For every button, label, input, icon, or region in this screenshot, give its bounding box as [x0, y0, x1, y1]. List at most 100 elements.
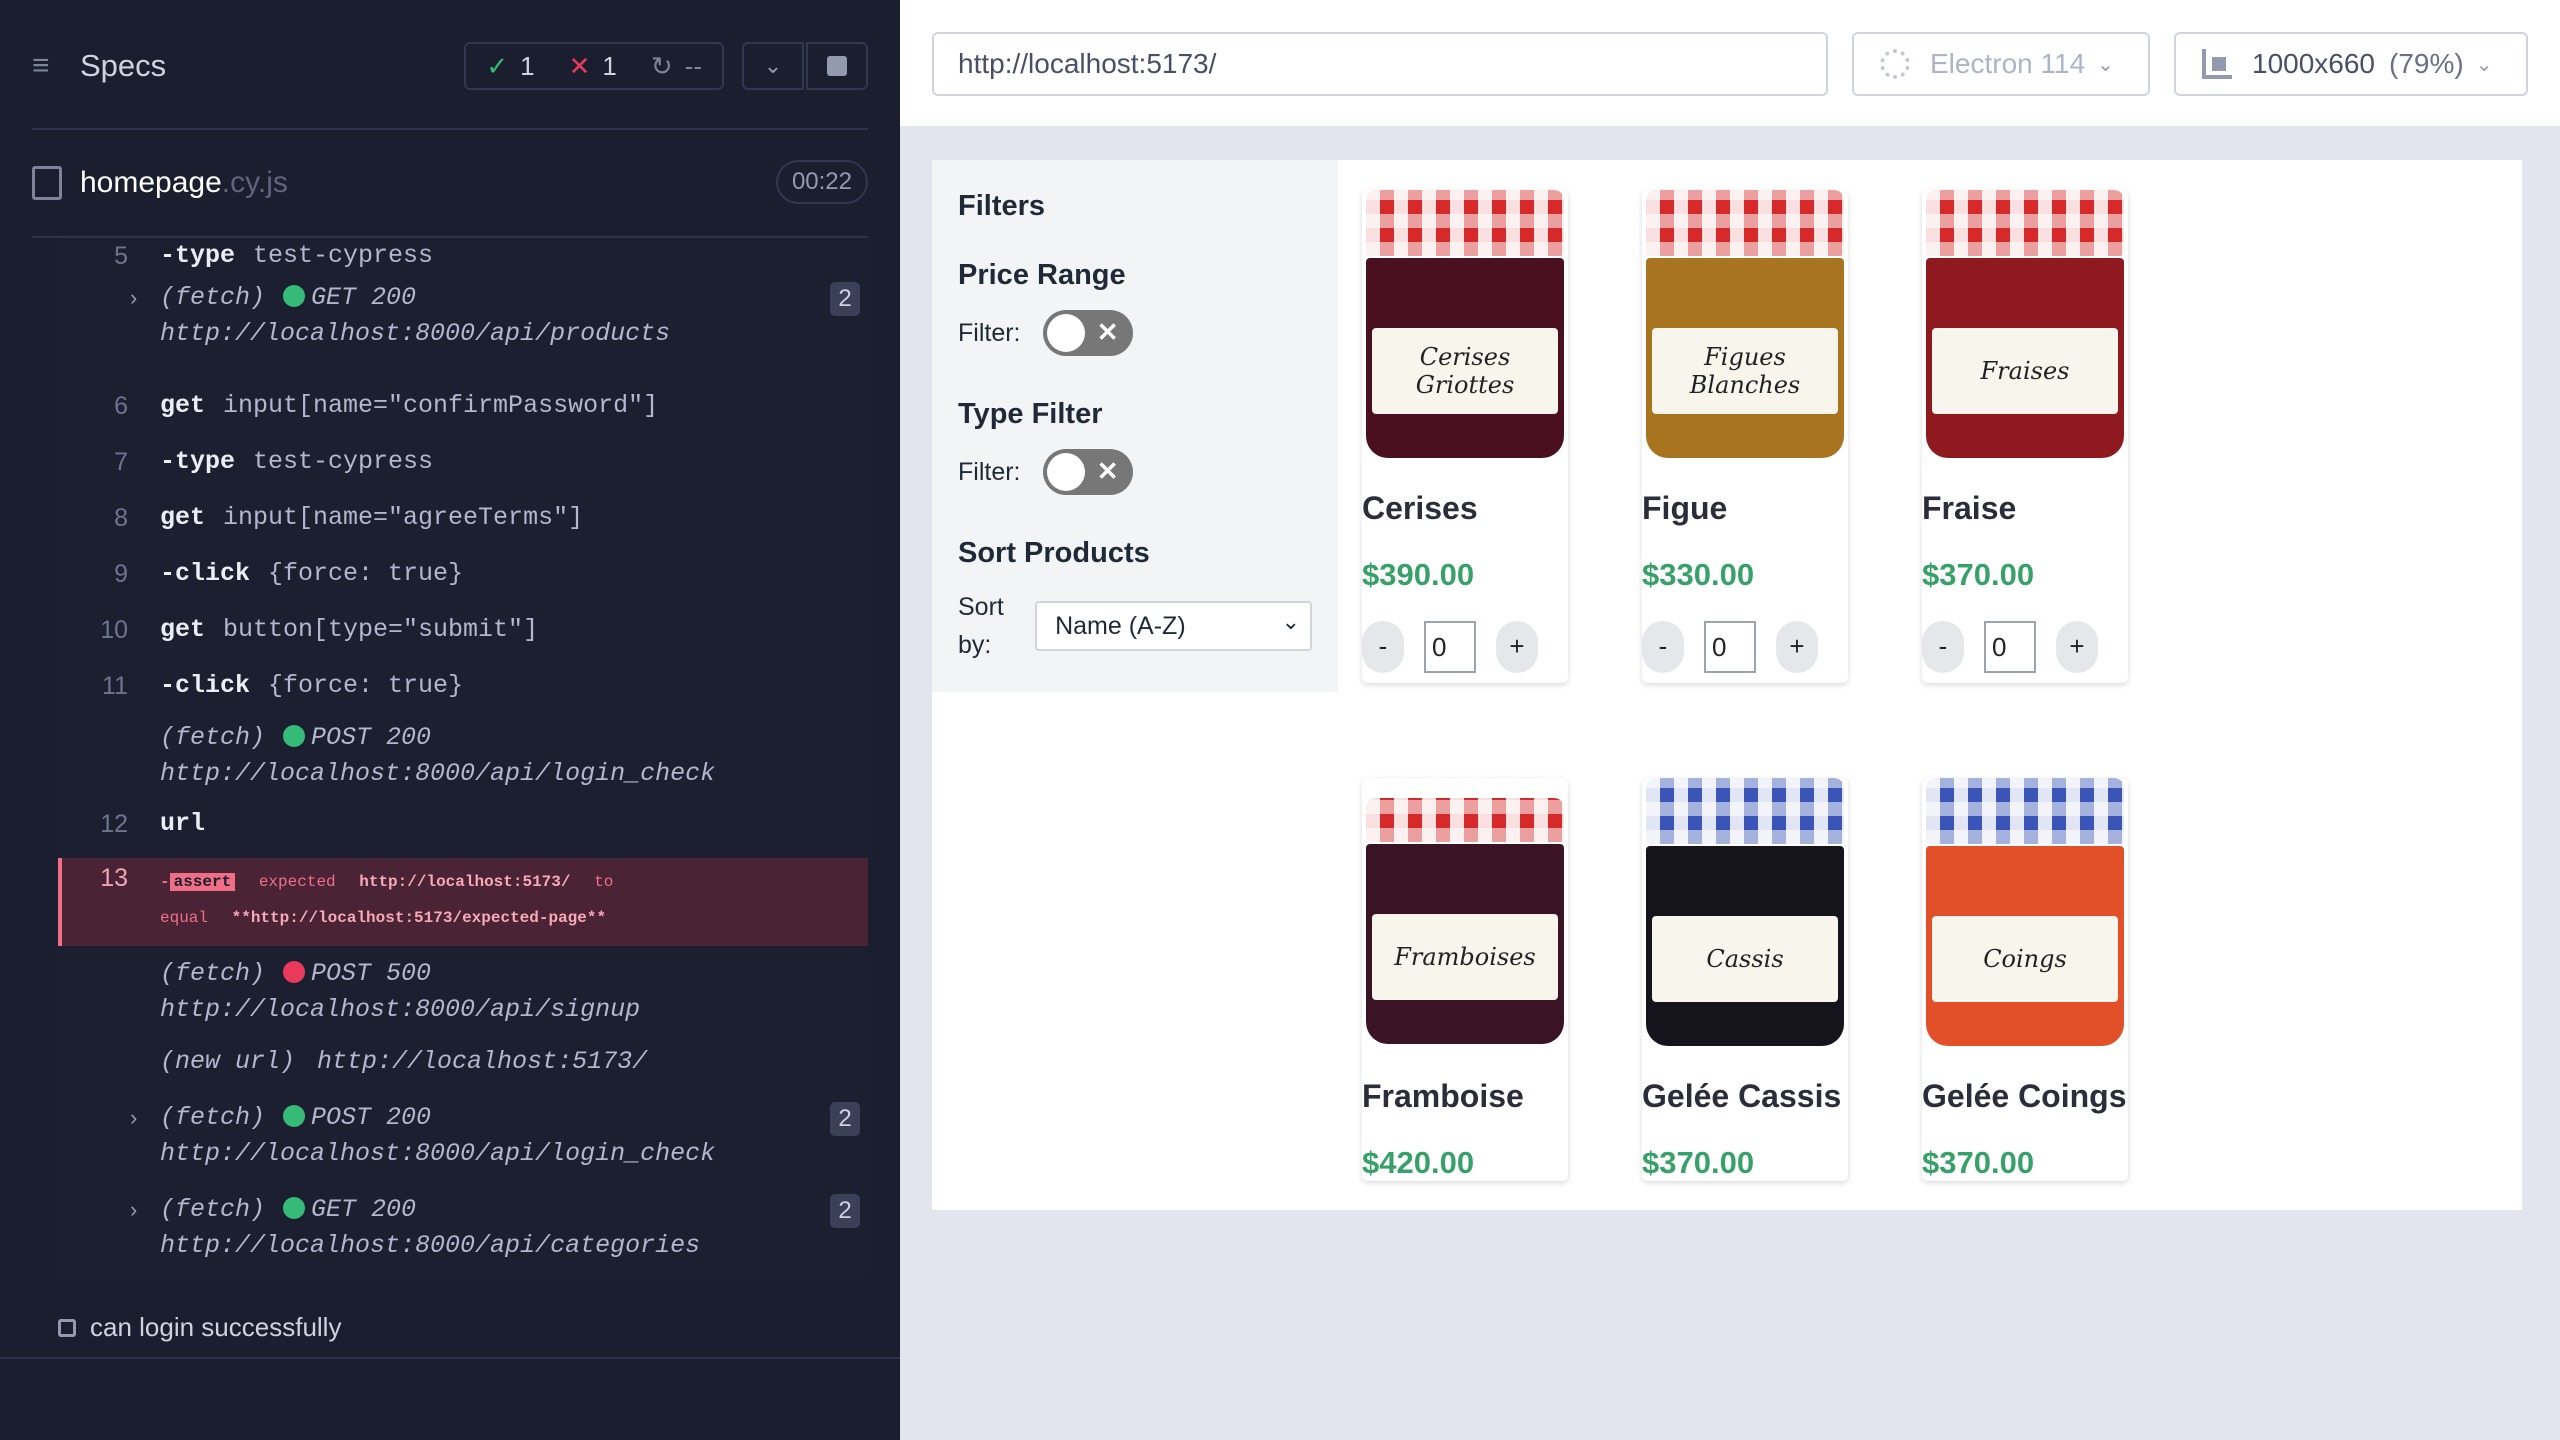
command-arg: {force: true}	[268, 559, 464, 588]
viewport-selector[interactable]: 1000x660 (79%) ⌄	[2174, 32, 2528, 96]
product-card: Cassis Gelée Cassis $370.00	[1642, 778, 1848, 1181]
jar-glass: Coings	[1926, 846, 2124, 1046]
line-number: 5	[114, 242, 128, 270]
increment-button[interactable]: +	[1776, 621, 1818, 673]
line-number: 6	[114, 392, 128, 420]
decrement-button[interactable]: -	[1642, 621, 1684, 673]
filters-sidebar: Filters Price Range Filter: ✕ Type Filte…	[932, 160, 1338, 692]
type-filter-toggle[interactable]: ✕	[1042, 449, 1133, 495]
quantity-stepper: - 0 +	[1642, 621, 1848, 683]
product-name: Fraise	[1922, 490, 2017, 526]
url-bar[interactable]: http://localhost:5173/	[932, 32, 1828, 96]
event-name: (new url)	[160, 1047, 296, 1076]
specs-toggle[interactable]: ≡ Specs	[32, 36, 166, 96]
product-image[interactable]: Framboises	[1362, 778, 1568, 1078]
fetch-status: GET 200	[311, 1195, 417, 1224]
product-name: Figue	[1642, 490, 1728, 526]
fetch-url: http://localhost:8000/api/login_check	[160, 759, 716, 788]
product-price: $370.00	[1922, 557, 2035, 592]
command-arg: test-cypress	[253, 241, 434, 270]
failed-assertion-row[interactable]: 13 - assert expected http://localhost:517…	[58, 858, 868, 946]
fetch-method: (fetch)	[160, 1103, 266, 1132]
product-price: $390.00	[1362, 557, 1475, 592]
quantity-input[interactable]: 0	[1984, 621, 2036, 673]
jar-glass: Figues Blanches	[1646, 258, 1844, 458]
line-number: 8	[114, 504, 128, 532]
type-filter-row: Filter: ✕	[958, 449, 1312, 495]
chevron-right-icon: ›	[130, 285, 138, 310]
stop-icon	[827, 56, 847, 76]
stop-button[interactable]	[806, 42, 868, 90]
electron-icon	[1880, 49, 1910, 79]
spec-file-ext: .cy.js	[221, 166, 288, 199]
fetch-entry: (fetch) GET 200	[160, 280, 416, 316]
command-arg: test-cypress	[253, 447, 434, 476]
fetch-method: (fetch)	[160, 1195, 266, 1224]
product-image[interactable]: Cerises Griottes	[1362, 190, 1568, 490]
specs-header: ≡ Specs ✓ 1 ✕ 1 ↻ -- ⌄	[32, 36, 868, 96]
jar-label: Fraises	[1932, 328, 2118, 414]
product-grid: Cerises Griottes Cerises $390.00 - 0 + F…	[1338, 160, 2522, 1210]
test-title: can login successfully	[90, 1312, 342, 1342]
divider	[32, 128, 868, 130]
success-dot-icon	[283, 285, 306, 307]
increment-button[interactable]: +	[1496, 621, 1538, 673]
jar-glass: Fraises	[1926, 258, 2124, 458]
command-name: -type test-cypress	[160, 238, 433, 274]
price-filter-row: Filter: ✕	[958, 310, 1312, 356]
x-icon: ✕	[568, 50, 591, 81]
line-number: 7	[114, 448, 128, 476]
command-arg: button[type="submit"]	[223, 615, 539, 644]
product-card: Coings Gelée Coings $370.00	[1922, 778, 2128, 1181]
command-log-panel: ≡ Specs ✓ 1 ✕ 1 ↻ -- ⌄ homepage .cy.js 0…	[0, 0, 900, 1440]
product-image[interactable]: Fraises	[1922, 190, 2128, 490]
log-row-fetch[interactable]: › (fetch) POST 200 http://localhost:8000/…	[58, 1100, 868, 1172]
increment-button[interactable]: +	[2056, 621, 2098, 673]
quantity-input[interactable]: 0	[1704, 621, 1756, 673]
jar-glass: Cassis	[1646, 846, 1844, 1046]
product-image[interactable]: Cassis	[1642, 778, 1848, 1078]
decrement-button[interactable]: -	[1922, 621, 1964, 673]
app-under-test: Filters Price Range Filter: ✕ Type Filte…	[932, 160, 2522, 1210]
sort-select[interactable]: Name (A-Z)	[1035, 599, 1312, 651]
fetch-url: http://localhost:8000/api/products	[160, 319, 671, 348]
decrement-button[interactable]: -	[1362, 621, 1404, 673]
spec-file-row[interactable]: homepage .cy.js 00:22	[32, 158, 868, 208]
toggle-knob	[1046, 453, 1085, 491]
command-name: -click {force: true}	[160, 668, 463, 704]
expected-value: **http://localhost:5173/expected-page**	[231, 909, 607, 927]
test-item[interactable]: can login successfully	[58, 1312, 341, 1343]
price-filter-toggle[interactable]: ✕	[1042, 310, 1133, 356]
command-text: url	[160, 809, 206, 838]
assert-word: to	[594, 873, 614, 891]
collapse-button[interactable]: ⌄	[742, 42, 804, 90]
browser-selector[interactable]: Electron 114 ⌄	[1852, 32, 2150, 96]
viewport-icon	[2202, 49, 2232, 79]
success-dot-icon	[283, 1105, 306, 1127]
viewport-size: 1000x660	[2252, 48, 2376, 79]
command-log: 5 -type test-cypress › (fetch) GET 200 htt…	[58, 238, 868, 1278]
product-card: Cerises Griottes Cerises $390.00 - 0 +	[1362, 190, 1568, 683]
count-badge: 2	[830, 1194, 860, 1228]
command-name: -type test-cypress	[160, 444, 433, 480]
line-number: 12	[100, 810, 128, 838]
log-row-fetch[interactable]: (fetch) POST 200 http://localhost:8000/ap…	[58, 720, 868, 792]
log-row-fetch[interactable]: › (fetch) GET 200 http://localhost:8000/a…	[58, 280, 868, 352]
command-arg: {force: true}	[268, 671, 464, 700]
assert-word: equal	[160, 909, 209, 927]
product-image[interactable]: Coings	[1922, 778, 2128, 1078]
fetch-status: GET 200	[311, 283, 417, 312]
jar-lid	[1366, 190, 1564, 256]
command-text: get	[160, 615, 206, 644]
log-row-fetch[interactable]: › (fetch) GET 200 http://localhost:8000/a…	[58, 1192, 868, 1264]
product-name: Cerises	[1362, 490, 1478, 526]
product-name: Gelée Cassis	[1642, 1078, 1842, 1114]
chevron-down-icon: ⌄	[2475, 53, 2493, 76]
log-row-fetch[interactable]: (fetch) POST 500 http://localhost:8000/ap…	[58, 956, 868, 1028]
quantity-input[interactable]: 0	[1424, 621, 1476, 673]
jar-label: Coings	[1932, 916, 2118, 1002]
assert-word: expected	[258, 873, 336, 891]
product-price: $420.00	[1362, 1145, 1475, 1180]
product-image[interactable]: Figues Blanches	[1642, 190, 1848, 490]
fetch-url: http://localhost:8000/api/categories	[160, 1231, 701, 1260]
